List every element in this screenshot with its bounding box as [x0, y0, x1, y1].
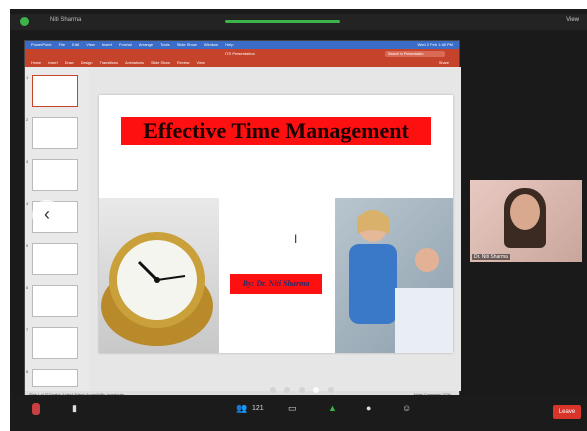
slide-thumbnail[interactable]	[32, 369, 78, 387]
security-shield-icon[interactable]	[20, 17, 29, 26]
tab-insert[interactable]: Insert	[48, 59, 58, 67]
search-input[interactable]: Search in Presentation	[385, 51, 445, 57]
share-button[interactable]: Share	[439, 59, 449, 67]
carousel-dot[interactable]	[284, 387, 291, 393]
mac-menu-bar: PowerPoint File Edit View Insert Format …	[25, 41, 459, 49]
menu-insert[interactable]: Insert	[102, 41, 112, 49]
slide-editor: Effective Time Management By: Dr. Niti S…	[89, 67, 461, 405]
carousel-dot[interactable]	[298, 387, 305, 393]
clock-image	[99, 198, 219, 353]
nurse-figure-icon	[349, 210, 453, 353]
record-icon[interactable]: ●	[366, 403, 371, 413]
document-title: ITS Presentation	[225, 51, 255, 56]
tab-view[interactable]: View	[197, 59, 205, 67]
tab-animations[interactable]: Animations	[125, 59, 144, 67]
participant-name: Dr. Niti Sharma	[472, 254, 510, 260]
tab-design[interactable]: Design	[81, 59, 93, 67]
thumb-number: 1	[26, 75, 29, 80]
tab-draw[interactable]: Draw	[65, 59, 74, 67]
participants-count[interactable]: 121	[252, 405, 264, 412]
menu-edit[interactable]: Edit	[72, 41, 79, 49]
chat-icon[interactable]: ▭	[288, 403, 297, 414]
thumb-number: 3	[26, 159, 29, 164]
tab-review[interactable]: Review	[177, 59, 189, 67]
author-label[interactable]: By: Dr. Niti Sharma	[230, 274, 322, 294]
menu-view[interactable]: View	[86, 41, 95, 49]
screen-share-indicator[interactable]	[225, 20, 340, 23]
sharing-user-label: Niti Sharma	[50, 17, 82, 23]
menu-slideshow[interactable]: Slide Show	[177, 41, 197, 49]
slide-thumbnail[interactable]	[32, 159, 78, 191]
slide-thumbnail[interactable]	[32, 243, 78, 275]
zoom-toolbar: ▮ 👥 121 ▭ ▲ ● ☺ Leave	[10, 395, 587, 431]
slide-thumbnail[interactable]	[32, 117, 78, 149]
thumb-number: 5	[26, 243, 29, 248]
thumb-number: 2	[26, 117, 29, 122]
menu-file[interactable]: File	[59, 41, 65, 49]
thumb-number: 4	[26, 201, 29, 206]
system-clock: Wed 2 Feb 1:48 PM	[417, 42, 454, 47]
slide-thumbnail-panel: 1 2 3 4 5 6 7 8	[25, 67, 89, 391]
participants-icon[interactable]: 👥	[236, 403, 247, 414]
zoom-top-bar: Niti Sharma View	[10, 14, 587, 30]
thumb-number: 7	[26, 327, 29, 332]
clock-icon	[101, 232, 213, 346]
app-name[interactable]: PowerPoint	[31, 41, 51, 49]
carousel-dot-active[interactable]	[313, 387, 320, 393]
nurse-patient-image	[335, 198, 453, 353]
reactions-icon[interactable]: ☺	[402, 403, 411, 413]
menu-arrange[interactable]: Arrange	[139, 41, 153, 49]
video-icon[interactable]: ▮	[72, 403, 77, 414]
slide-thumbnail[interactable]	[32, 285, 78, 317]
tab-slideshow[interactable]: Slide Show	[151, 59, 170, 67]
thumb-number: 8	[26, 369, 29, 374]
ppt-title-bar: ITS Presentation Search in Presentation	[25, 49, 459, 59]
slide-thumbnail[interactable]	[32, 75, 78, 107]
current-slide[interactable]: Effective Time Management By: Dr. Niti S…	[99, 95, 453, 353]
carousel-prev-button[interactable]: ‹	[32, 200, 62, 230]
tab-home[interactable]: Home	[31, 59, 41, 67]
carousel-dot[interactable]	[327, 387, 334, 393]
menu-help[interactable]: Help	[225, 41, 233, 49]
participant-face	[510, 194, 540, 230]
leave-button[interactable]: Leave	[553, 405, 581, 419]
carousel-dot[interactable]	[270, 387, 276, 393]
menu-tools[interactable]: Tools	[160, 41, 169, 49]
menu-format[interactable]: Format	[119, 41, 132, 49]
tab-transitions[interactable]: Transitions	[100, 59, 118, 67]
slide-title[interactable]: Effective Time Management	[121, 117, 431, 145]
participant-video-tile[interactable]: Dr. Niti Sharma	[470, 180, 582, 262]
powerpoint-window: PowerPoint File Edit View Insert Format …	[24, 40, 461, 405]
text-cursor-icon: I	[294, 232, 298, 246]
zoom-window: Niti Sharma View PowerPoint File Edit Vi…	[0, 0, 587, 431]
thumb-number: 6	[26, 285, 29, 290]
slide-thumbnail[interactable]	[32, 327, 78, 359]
view-button[interactable]: View	[566, 17, 579, 23]
share-screen-icon[interactable]: ▲	[328, 403, 337, 413]
mute-icon[interactable]	[32, 403, 40, 415]
menu-window[interactable]: Window	[204, 41, 218, 49]
ribbon-tabs: Home Insert Draw Design Transitions Anim…	[25, 59, 459, 67]
